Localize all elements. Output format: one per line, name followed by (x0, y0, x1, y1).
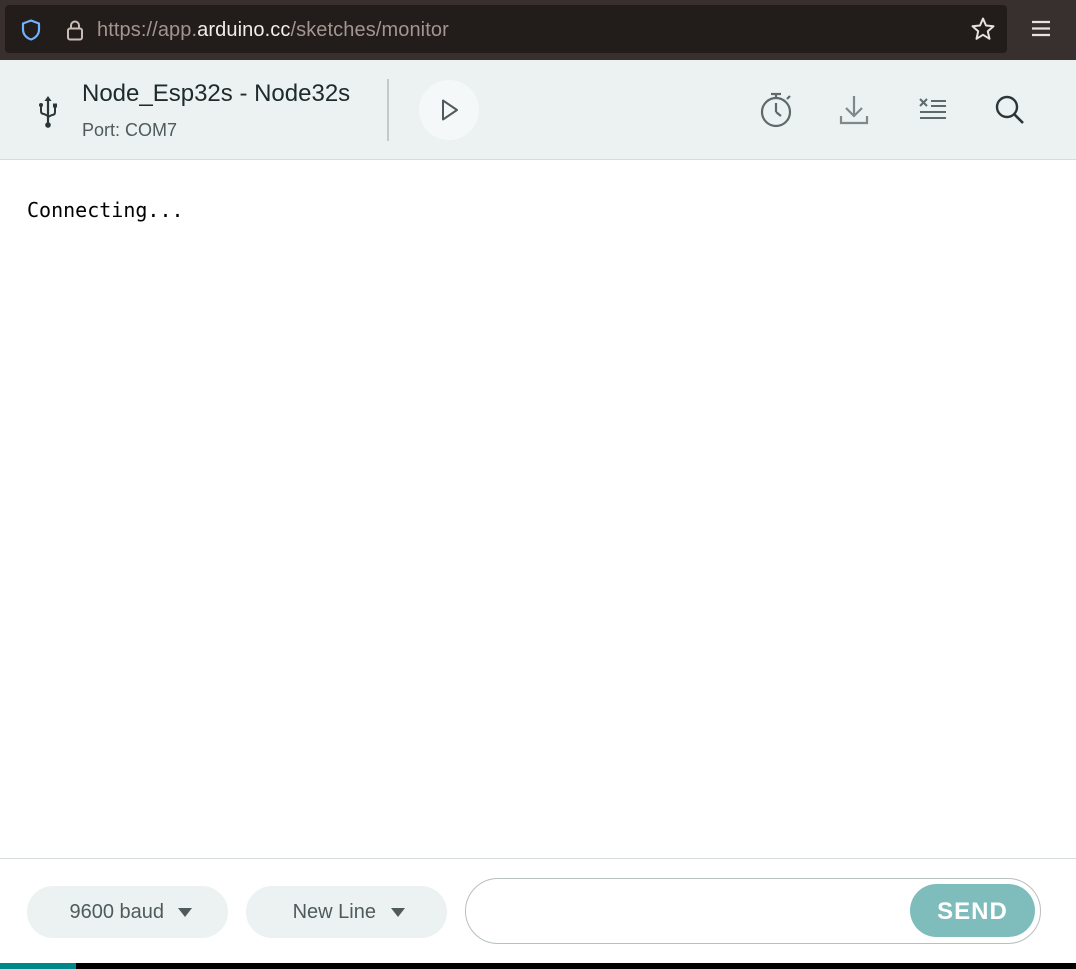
send-button[interactable]: SEND (910, 884, 1035, 937)
accent-bar (0, 963, 76, 969)
search-icon (995, 95, 1024, 124)
play-icon (442, 99, 458, 121)
monitor-footer: 9600 baud New Line SEND (0, 858, 1076, 964)
browser-toolbar: https://app.arduino.cc/sketches/monitor (0, 0, 1076, 60)
address-bar[interactable]: https://app.arduino.cc/sketches/monitor (5, 5, 1007, 53)
clear-output-button[interactable] (913, 90, 953, 130)
hamburger-menu-icon[interactable] (1027, 16, 1055, 44)
url-path: /sketches/monitor (290, 19, 449, 41)
line-ending-label: New Line (292, 901, 376, 923)
clear-output-icon (919, 98, 946, 119)
chevron-down-icon (391, 908, 405, 917)
lock-icon[interactable] (63, 18, 87, 42)
url-domain: arduino.cc (197, 19, 291, 41)
url-prefix: https://app. (97, 19, 198, 41)
baud-rate-label: 9600 baud (69, 901, 164, 923)
download-icon (839, 96, 869, 125)
line-ending-select[interactable]: New Line (246, 886, 447, 938)
timestamp-button[interactable] (756, 90, 796, 130)
board-name: Node_Esp32s - Node32s (82, 80, 351, 107)
message-input[interactable] (486, 887, 910, 937)
bottom-strip (0, 963, 1076, 969)
header-divider (387, 79, 389, 141)
monitor-header: Node_Esp32s - Node32s Port: COM7 (0, 60, 1076, 160)
start-monitor-button[interactable] (419, 80, 479, 140)
timer-icon (760, 92, 792, 128)
chevron-down-icon (178, 908, 192, 917)
bookmark-star-icon[interactable] (970, 16, 996, 42)
url-text[interactable]: https://app.arduino.cc/sketches/monitor (97, 5, 449, 53)
download-output-button[interactable] (834, 90, 874, 130)
baud-rate-select[interactable]: 9600 baud (27, 886, 228, 938)
usb-icon (39, 96, 57, 128)
message-box: SEND (465, 878, 1041, 944)
shield-icon[interactable] (19, 18, 43, 42)
port-label: Port: COM7 (82, 120, 178, 140)
serial-monitor-output[interactable]: Connecting... (0, 160, 1076, 858)
output-line: Connecting... (27, 198, 184, 222)
search-button[interactable] (990, 90, 1030, 130)
